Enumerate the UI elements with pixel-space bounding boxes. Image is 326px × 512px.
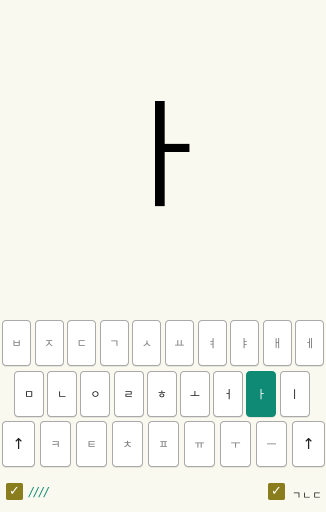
key-ieung[interactable]: ㅇ: [80, 371, 111, 417]
key-u[interactable]: ㅜ: [220, 421, 251, 467]
keyboard-row-2: ㅁ ㄴ ㅇ ㄹ ㅎ ㅗ ㅓ ㅏ ㅣ: [14, 371, 313, 417]
key-a-active[interactable]: ㅏ: [246, 371, 277, 417]
key-i[interactable]: ㅣ: [279, 371, 310, 417]
key-mieum[interactable]: ㅁ: [14, 371, 44, 417]
key-pieup[interactable]: ㅍ: [148, 421, 179, 467]
key-o[interactable]: ㅗ: [179, 371, 210, 417]
right-checkbox-label: ㄱㄴㄷ: [292, 491, 323, 502]
keyboard-row-3: ↑ ㅋ ㅌ ㅊ ㅍ ㅠ ㅜ ㅡ ↑: [2, 421, 326, 467]
key-eu[interactable]: ㅡ: [256, 421, 287, 467]
key-tieut[interactable]: ㅌ: [76, 421, 107, 467]
key-hieut[interactable]: ㅎ: [146, 371, 177, 417]
shift-left-key[interactable]: ↑: [2, 421, 35, 467]
key-yeo[interactable]: ㅕ: [197, 320, 227, 366]
key-bieup[interactable]: ㅂ: [2, 320, 31, 366]
character-display: ㅏ: [0, 0, 326, 318]
check-icon: ✓: [9, 484, 20, 499]
key-kieuk[interactable]: ㅋ: [40, 421, 71, 467]
key-rieul[interactable]: ㄹ: [113, 371, 144, 417]
key-yo[interactable]: ㅛ: [164, 320, 194, 366]
key-nieun[interactable]: ㄴ: [47, 371, 78, 417]
key-digeut[interactable]: ㄷ: [67, 320, 97, 366]
key-jieut[interactable]: ㅈ: [34, 320, 64, 366]
check-icon: ✓: [271, 484, 282, 499]
right-checkbox[interactable]: ✓: [268, 483, 285, 500]
key-giyeok[interactable]: ㄱ: [99, 320, 129, 366]
key-ya[interactable]: ㅑ: [230, 320, 260, 366]
shift-right-key[interactable]: ↑: [292, 421, 325, 467]
keyboard-row-1: ㅂ ㅈ ㄷ ㄱ ㅅ ㅛ ㅕ ㅑ ㅐ ㅔ: [2, 320, 326, 366]
key-chieut[interactable]: ㅊ: [112, 421, 143, 467]
bottom-bar: ✓ //// ✓ ㄱㄴㄷ: [0, 480, 326, 504]
key-e[interactable]: ㅔ: [295, 320, 325, 366]
left-checkbox-label: ////: [29, 485, 50, 499]
key-ae[interactable]: ㅐ: [262, 320, 292, 366]
key-eo[interactable]: ㅓ: [213, 371, 244, 417]
left-checkbox[interactable]: ✓: [6, 483, 23, 500]
current-character: ㅏ: [108, 87, 218, 225]
key-yu[interactable]: ㅠ: [184, 421, 215, 467]
key-siot[interactable]: ㅅ: [132, 320, 162, 366]
